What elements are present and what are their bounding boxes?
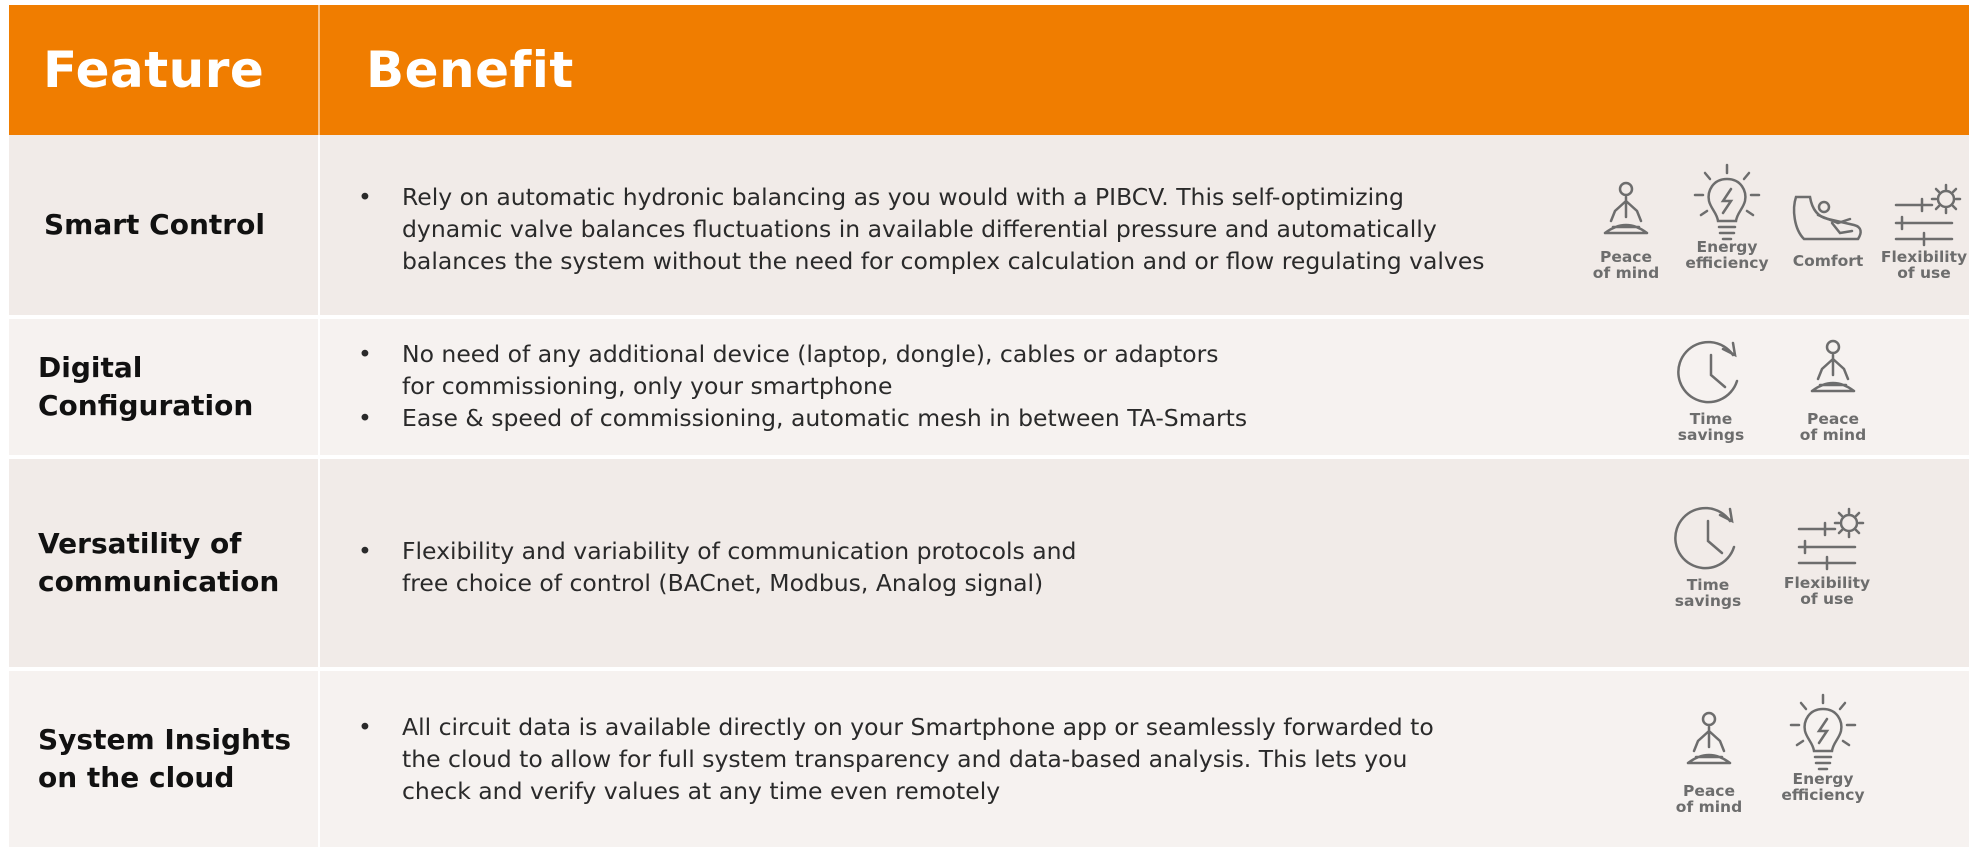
table-row: Smart Control • Rely on automatic hydroni… [9,135,1969,319]
peace-of-mind-icon: Peace of mind [1778,335,1888,443]
feature-label: Digital Configuration [9,319,320,455]
time-savings-icon: Time savings [1656,335,1766,443]
feature-label: System Insights on the cloud [9,671,320,847]
feature-benefit-table: Feature Benefit Smart Control • Rely on a… [9,5,1969,847]
benefit-cell: • Flexibility and variability of communic… [320,459,1969,667]
benefit-cell: • Rely on automatic hydronic balancing as… [320,135,1969,315]
benefit-cell: • No need of any additional device (lapto… [320,319,1969,455]
flexibility-of-use-icon: Flexibility of use [1772,501,1882,607]
energy-efficiency-icon: Energy efficiency [1672,163,1782,271]
table-row: Versatility of communication • Flexibilit… [9,459,1969,671]
feature-label: Versatility of communication [9,459,320,667]
peace-of-mind-icon: Peace of mind [1571,177,1681,281]
table-row: System Insights on the cloud • All circui… [9,671,1969,847]
table-row: Digital Configuration • No need of any ad… [9,319,1969,459]
bullet-item: • Flexibility and variability of communic… [358,537,1077,597]
peace-of-mind-icon: Peace of mind [1654,707,1764,815]
benefit-column-header: Benefit [366,41,574,99]
benefit-cell: • All circuit data is available directly … [320,671,1969,847]
time-savings-icon: Time savings [1653,501,1763,609]
bullet-item: • All circuit data is available directly … [358,713,1434,805]
flexibility-of-use-icon: Flexibility of use [1869,177,1973,281]
energy-efficiency-icon: Energy efficiency [1768,693,1878,803]
feature-label: Smart Control [9,135,320,315]
feature-column-header: Feature [43,41,265,99]
bullet-item: • No need of any additional device (lapto… [358,340,1219,400]
bullet-item: • Ease & speed of commissioning, automati… [358,404,1248,432]
comfort-icon: Comfort [1773,189,1883,269]
table-header: Feature Benefit [9,5,1969,135]
bullet-item: • Rely on automatic hydronic balancing as… [358,183,1485,275]
